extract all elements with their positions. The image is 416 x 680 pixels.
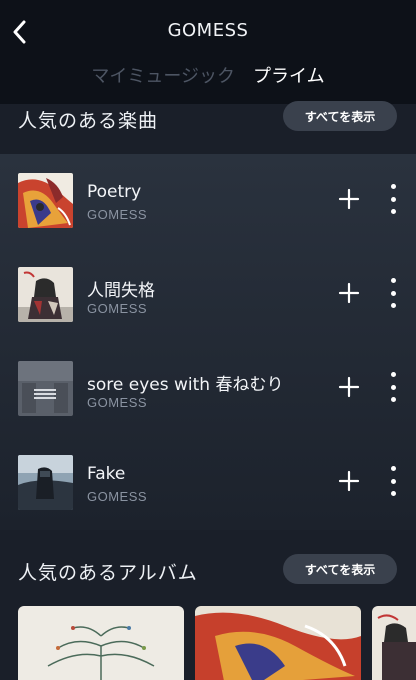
song-artist: GOMESS	[87, 489, 148, 504]
song-artist: GOMESS	[87, 395, 148, 410]
album-art-thumbnail	[18, 455, 73, 510]
app-header: GOMESS マイミュージック プライム	[0, 0, 416, 104]
popular-albums-section: 人気のあるアルバム すべてを表示	[0, 530, 416, 680]
more-vertical-icon	[390, 184, 396, 189]
songs-show-all-button[interactable]: すべてを表示	[283, 101, 397, 131]
song-row[interactable]: 人間失格 GOMESS	[0, 248, 416, 342]
album-art-thumbnail	[18, 267, 73, 322]
song-row[interactable]: Poetry GOMESS	[0, 154, 416, 248]
more-vertical-icon	[390, 372, 396, 377]
add-button[interactable]	[337, 375, 361, 399]
song-row[interactable]: sore eyes with 春ねむり GOMESS	[0, 342, 416, 436]
song-artist: GOMESS	[87, 207, 148, 222]
plus-icon	[338, 188, 360, 210]
album-card[interactable]	[18, 606, 184, 680]
more-options-button[interactable]	[384, 278, 402, 308]
more-vertical-icon	[390, 278, 396, 283]
song-artist: GOMESS	[87, 301, 148, 316]
page-title: GOMESS	[167, 20, 249, 41]
add-button[interactable]	[337, 187, 361, 211]
tab-my-music[interactable]: マイミュージック	[91, 62, 235, 88]
albums-show-all-button[interactable]: すべてを表示	[283, 554, 397, 584]
more-options-button[interactable]	[384, 184, 402, 214]
popular-albums-title: 人気のあるアルバム	[18, 562, 198, 584]
popular-songs-title: 人気のある楽曲	[18, 110, 159, 132]
album-card[interactable]	[195, 606, 361, 680]
song-title: sore eyes with 春ねむり	[87, 375, 284, 395]
song-list: Poetry GOMESS 人間失格 GOMESS sore eyes with…	[0, 154, 416, 530]
album-card[interactable]	[372, 606, 416, 680]
tab-bar: マイミュージック プライム	[0, 62, 416, 88]
more-options-button[interactable]	[384, 372, 402, 402]
album-cover	[18, 606, 184, 680]
album-art-thumbnail	[18, 173, 73, 228]
more-options-button[interactable]	[384, 466, 402, 496]
song-title: Poetry	[87, 182, 142, 202]
album-art-thumbnail	[18, 361, 73, 416]
plus-icon	[338, 470, 360, 492]
add-button[interactable]	[337, 281, 361, 305]
plus-icon	[338, 376, 360, 398]
album-cover	[372, 606, 416, 680]
popular-songs-header: 人気のある楽曲 すべてを表示	[0, 101, 416, 154]
song-title: 人間失格	[87, 281, 155, 301]
add-button[interactable]	[337, 469, 361, 493]
song-title: Fake	[87, 464, 126, 484]
plus-icon	[338, 282, 360, 304]
more-vertical-icon	[390, 466, 396, 471]
song-row[interactable]: Fake GOMESS	[0, 436, 416, 530]
album-cover	[195, 606, 361, 680]
tab-prime[interactable]: プライム	[253, 62, 325, 88]
